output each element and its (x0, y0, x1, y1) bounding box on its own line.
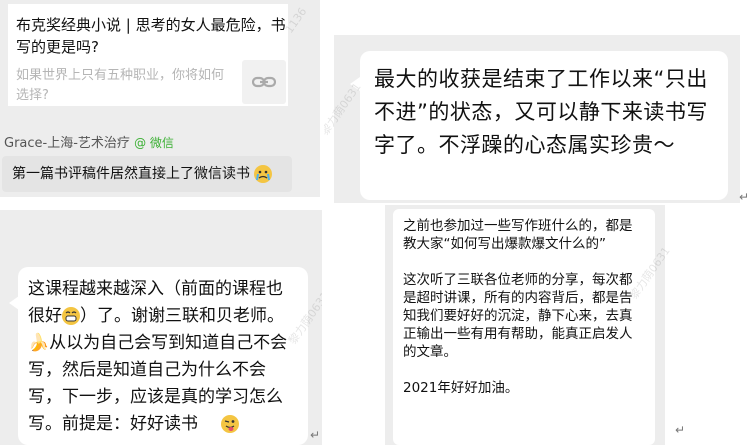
article-share-panel: 布克奖经典小说 | 思考的女人最危险，书写的更是吗? 如果世界上只有五种职业，你… (0, 0, 320, 197)
author-line: Grace-上海-艺术治疗 @ 微信 (4, 132, 174, 151)
chat-bubble: 这课程越来越深入（前面的课程也很好 ）了。谢谢三联和贝老师。🍌从以为自己会写到知道… (18, 267, 308, 445)
article-title: 布克奖经典小说 | 思考的女人最危险，书写的更是吗? (16, 16, 286, 56)
return-mark: ↵ (675, 423, 686, 437)
bubble-text: 最大的收获是结束了工作以来“只出不进”的状态，又可以静下来读书写字了。不浮躁的心… (374, 67, 708, 157)
paragraph-1: 之前也参加过一些写作班什么的，都是教大家“如何写出爆款爆文什么的” (403, 218, 633, 252)
article-card[interactable]: 布克奖经典小说 | 思考的女人最危险，书写的更是吗? 如果世界上只有五种职业，你… (8, 4, 288, 106)
chat-bubble: 最大的收获是结束了工作以来“只出不进”的状态，又可以静下来读书写字了。不浮躁的心… (360, 51, 728, 200)
comment-message: 第一篇书评稿件居然直接上了微信读书 (2, 156, 292, 192)
link-thumbnail (242, 60, 286, 104)
grinning-face-icon (62, 307, 80, 325)
bubble-text-3: 从以为自己会写到知道自己不会写，然后是知道自己为什么不会写，下一步，应该是真的学… (28, 333, 288, 434)
watermark: 黎力荫0631 (324, 80, 364, 138)
crying-face-icon (254, 165, 273, 183)
article-subtitle: 如果世界上只有五种职业，你将如何选择? (16, 68, 225, 103)
feedback-panel-2: 最大的收获是结束了工作以来“只出不进”的状态，又可以静下来读书写字了。不浮躁的心… (324, 0, 750, 203)
comment-text: 第一篇书评稿件居然直接上了微信读书 (12, 166, 250, 182)
author-name: Grace-上海-艺术治疗 (4, 136, 130, 151)
feedback-panel-3: 这课程越来越深入（前面的课程也很好 ）了。谢谢三联和贝老师。🍌从以为自己会写到知道… (0, 210, 322, 445)
bubble-text-2: ）了。谢谢三联和贝老师。 (80, 306, 284, 326)
return-mark: ↵ (739, 190, 750, 203)
chat-bubble: 之前也参加过一些写作班什么的，都是教大家“如何写出爆款爆文什么的” 这次听了三联… (393, 209, 655, 445)
author-source: @ 微信 (134, 136, 174, 150)
link-icon (252, 76, 276, 88)
chat-background: 之前也参加过一些写作班什么的，都是教大家“如何写出爆款爆文什么的” 这次听了三联… (385, 205, 673, 445)
winking-tongue-face-icon (221, 415, 240, 433)
return-mark: ↵ (310, 428, 321, 442)
banana-icon: 🍌 (28, 333, 50, 353)
chat-background: 最大的收获是结束了工作以来“只出不进”的状态，又可以静下来读书写字了。不浮躁的心… (324, 35, 740, 203)
feedback-panel-4: 之前也参加过一些写作班什么的，都是教大家“如何写出爆款爆文什么的” 这次听了三联… (385, 205, 750, 445)
paragraph-3: 2021年好好加油。 (403, 380, 519, 396)
paragraph-2: 这次听了三联各位老师的分享，每次都是超时讲课，所有的内容背后，都是告知我们要好好… (403, 272, 633, 360)
